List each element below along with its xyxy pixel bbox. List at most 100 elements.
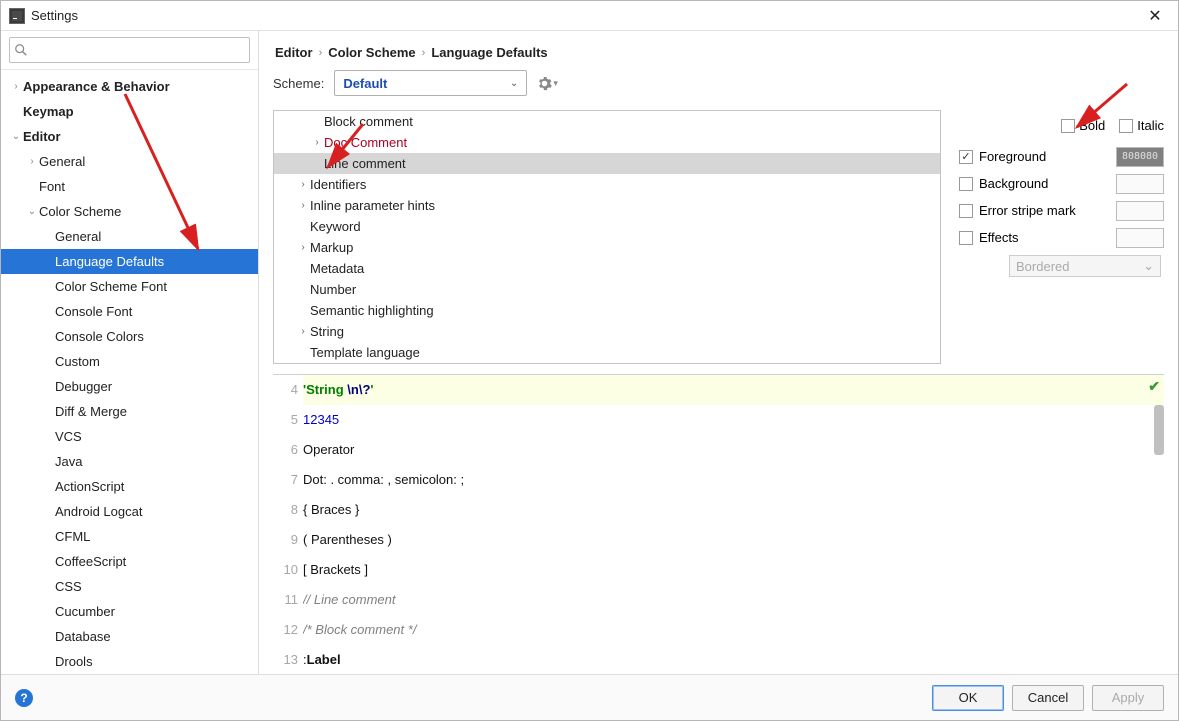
tree-item[interactable]: Drools xyxy=(1,649,258,674)
line-number: 13 xyxy=(273,645,298,674)
tree-item[interactable]: VCS xyxy=(1,424,258,449)
attribute-item[interactable]: Semantic highlighting xyxy=(274,300,940,321)
tree-item-label: Console Colors xyxy=(55,329,144,344)
attribute-item[interactable]: Metadata xyxy=(274,258,940,279)
tree-item[interactable]: Debugger xyxy=(1,374,258,399)
attribute-label: Semantic highlighting xyxy=(310,303,434,318)
foreground-label: Foreground xyxy=(979,149,1046,164)
background-checkbox[interactable] xyxy=(959,177,973,191)
breadcrumb-item[interactable]: Editor xyxy=(275,45,313,60)
tree-item-label: Android Logcat xyxy=(55,504,142,519)
tree-item[interactable]: Color Scheme Font xyxy=(1,274,258,299)
search-input[interactable] xyxy=(31,43,245,57)
italic-label: Italic xyxy=(1137,118,1164,133)
tree-item[interactable]: Font xyxy=(1,174,258,199)
tree-item[interactable]: Console Colors xyxy=(1,324,258,349)
attribute-item[interactable]: ›Doc Comment xyxy=(274,132,940,153)
effects-swatch[interactable] xyxy=(1116,228,1164,248)
ok-button[interactable]: OK xyxy=(932,685,1004,711)
tree-item[interactable]: CoffeeScript xyxy=(1,549,258,574)
attribute-item[interactable]: Block comment xyxy=(274,111,940,132)
breadcrumb-item[interactable]: Color Scheme xyxy=(328,45,415,60)
tree-item-label: Java xyxy=(55,454,82,469)
tree-item[interactable]: ›General xyxy=(1,149,258,174)
bold-checkbox[interactable] xyxy=(1061,119,1075,133)
scheme-select[interactable]: Default ⌄ xyxy=(334,70,527,96)
search-input-wrap[interactable] xyxy=(9,37,250,63)
chevron-icon: ⌄ xyxy=(9,131,23,142)
chevron-icon: ⌄ xyxy=(25,206,39,217)
tree-item[interactable]: Custom xyxy=(1,349,258,374)
effects-type-select: Bordered ⌄ xyxy=(1009,255,1161,277)
line-number: 9 xyxy=(273,525,298,555)
tree-item-label: VCS xyxy=(55,429,82,444)
help-button[interactable]: ? xyxy=(15,689,33,707)
attribute-item[interactable]: ›String xyxy=(274,321,940,342)
error-stripe-checkbox[interactable] xyxy=(959,204,973,218)
inspection-ok-icon: ✔ xyxy=(1148,378,1160,395)
bold-label: Bold xyxy=(1079,118,1105,133)
line-number: 12 xyxy=(273,615,298,645)
settings-tree[interactable]: ›Appearance & BehaviorKeymap⌄Editor›Gene… xyxy=(1,70,258,674)
gear-icon xyxy=(537,76,552,91)
attribute-item[interactable]: Keyword xyxy=(274,216,940,237)
attribute-label: Keyword xyxy=(310,219,361,234)
tree-item-label: Cucumber xyxy=(55,604,115,619)
chevron-icon: › xyxy=(310,137,324,148)
breadcrumb-item[interactable]: Language Defaults xyxy=(431,45,547,60)
tree-item[interactable]: Keymap xyxy=(1,99,258,124)
code-line: /* Block comment */ xyxy=(303,615,1164,645)
tree-item[interactable]: Cucumber xyxy=(1,599,258,624)
content: Editor›Color Scheme›Language Defaults Sc… xyxy=(259,31,1178,674)
tree-item[interactable]: ›Appearance & Behavior xyxy=(1,74,258,99)
attribute-item[interactable]: Number xyxy=(274,279,940,300)
chevron-icon: › xyxy=(296,200,310,211)
error-stripe-swatch[interactable] xyxy=(1116,201,1164,221)
tree-item[interactable]: ActionScript xyxy=(1,474,258,499)
tree-item-label: Drools xyxy=(55,654,93,669)
effects-checkbox[interactable] xyxy=(959,231,973,245)
scheme-gear-button[interactable]: ▾ xyxy=(537,76,558,91)
code-line: 12345 xyxy=(303,405,1164,435)
properties-panel: Bold Italic Foreground 808080 Background xyxy=(959,110,1164,364)
titlebar: Settings ✕ xyxy=(1,1,1178,31)
code: 'String \n\?'12345OperatorDot: . comma: … xyxy=(303,375,1164,674)
tree-item-label: Language Defaults xyxy=(55,254,164,269)
tree-item[interactable]: Console Font xyxy=(1,299,258,324)
foreground-swatch[interactable]: 808080 xyxy=(1116,147,1164,167)
attribute-item[interactable]: ›Inline parameter hints xyxy=(274,195,940,216)
tree-item[interactable]: CSS xyxy=(1,574,258,599)
attribute-item[interactable]: Line comment xyxy=(274,153,940,174)
tree-item[interactable]: ⌄Color Scheme xyxy=(1,199,258,224)
tree-item[interactable]: Java xyxy=(1,449,258,474)
tree-item[interactable]: General xyxy=(1,224,258,249)
code-preview: 45678910111213 'String \n\?'12345Operato… xyxy=(273,374,1164,674)
tree-item-label: ActionScript xyxy=(55,479,124,494)
italic-checkbox[interactable] xyxy=(1119,119,1133,133)
tree-item-label: Font xyxy=(39,179,65,194)
tree-item[interactable]: ⌄Editor xyxy=(1,124,258,149)
attribute-list[interactable]: Block comment›Doc Comment Line comment ›Id… xyxy=(273,110,941,364)
attribute-item[interactable]: ›Identifiers xyxy=(274,174,940,195)
attribute-item[interactable]: ›Markup xyxy=(274,237,940,258)
attribute-item[interactable]: Template language xyxy=(274,342,940,363)
background-label: Background xyxy=(979,176,1048,191)
apply-button[interactable]: Apply xyxy=(1092,685,1164,711)
line-number: 8 xyxy=(273,495,298,525)
tree-item[interactable]: CFML xyxy=(1,524,258,549)
attribute-label: Line comment xyxy=(324,156,406,171)
close-icon[interactable]: ✕ xyxy=(1140,6,1170,26)
line-number: 4 xyxy=(273,375,298,405)
tree-item[interactable]: Diff & Merge xyxy=(1,399,258,424)
cancel-button[interactable]: Cancel xyxy=(1012,685,1084,711)
tree-item[interactable]: Android Logcat xyxy=(1,499,258,524)
attribute-label: Template language xyxy=(310,345,420,360)
tree-item[interactable]: Language Defaults xyxy=(1,249,258,274)
background-swatch[interactable] xyxy=(1116,174,1164,194)
foreground-checkbox[interactable] xyxy=(959,150,973,164)
effects-label: Effects xyxy=(979,230,1019,245)
scrollbar[interactable] xyxy=(1154,405,1164,455)
chevron-icon: › xyxy=(296,242,310,253)
code-line: Dot: . comma: , semicolon: ; xyxy=(303,465,1164,495)
tree-item[interactable]: Database xyxy=(1,624,258,649)
